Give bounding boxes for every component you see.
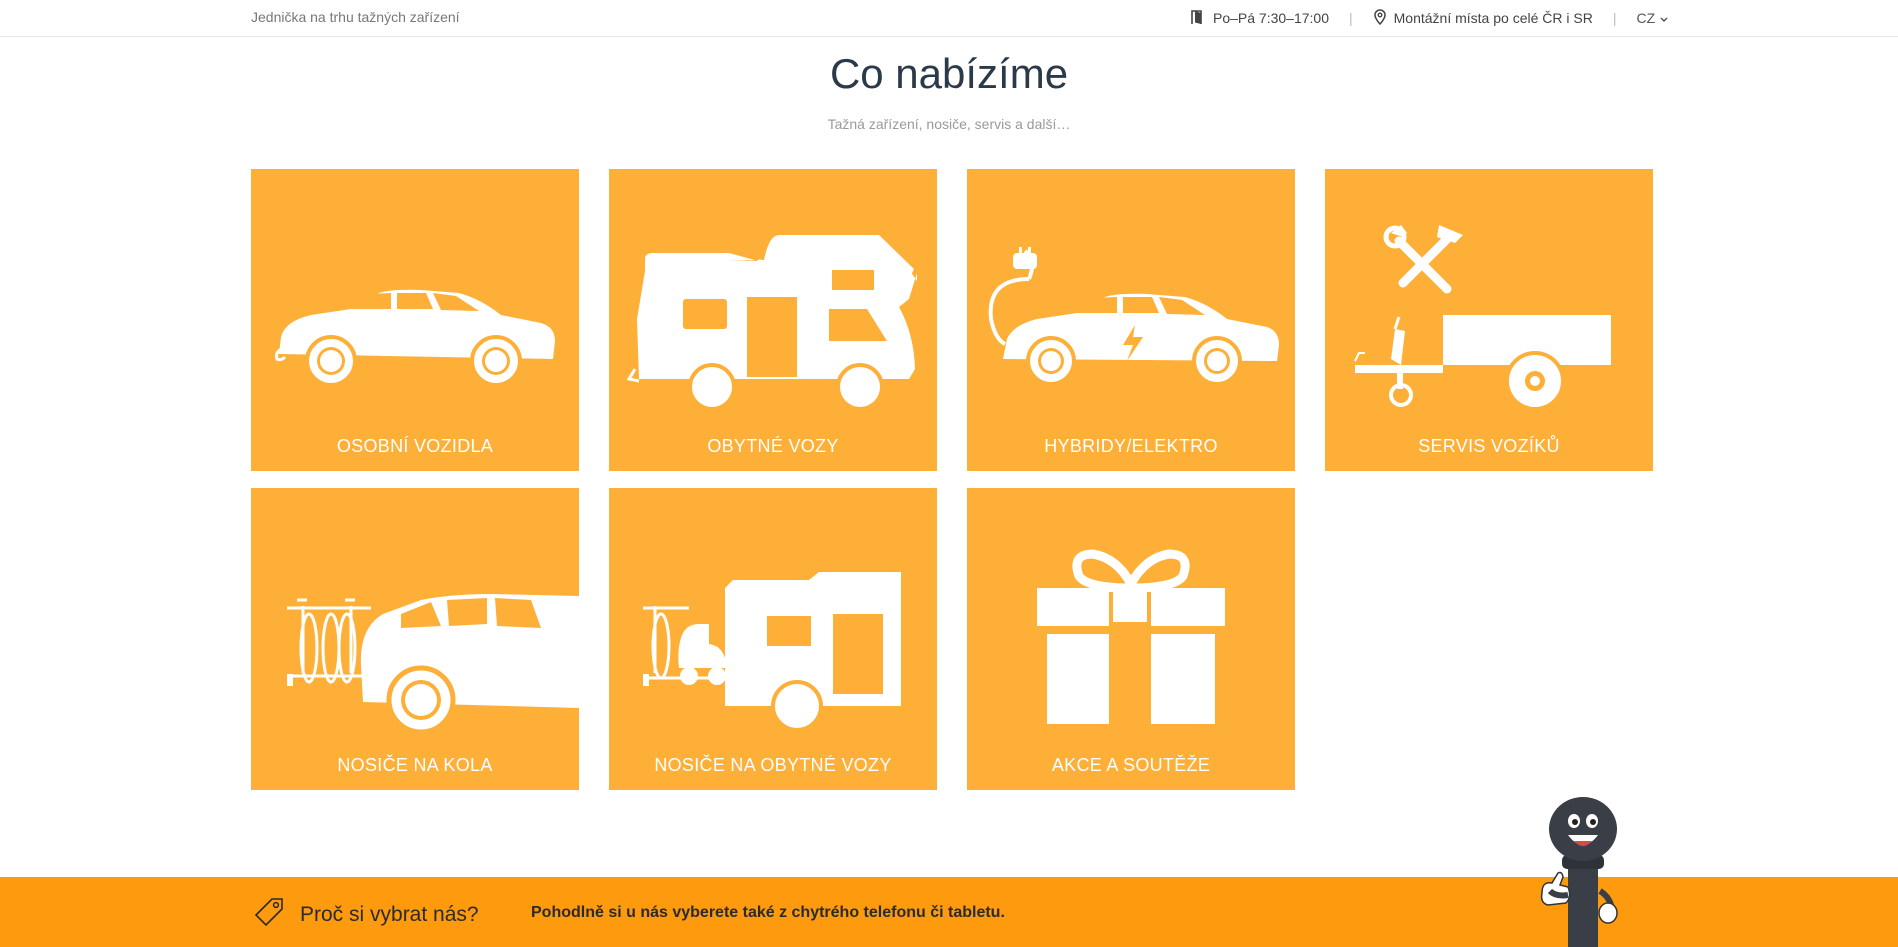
page-title: Co nabízíme: [829, 50, 1069, 97]
locations-link[interactable]: Montážní místa po celé ČR i SR: [1373, 8, 1593, 28]
page-subtitle: Tažná zařízení, nosiče, servis a další…: [827, 116, 1071, 132]
gift-icon: [1037, 549, 1225, 724]
tile-obytne-vozy[interactable]: OBYTNÉ VOZY: [609, 169, 937, 471]
why-us-link[interactable]: Proč si vybrat nás?: [252, 895, 479, 935]
mascot-icon: [1540, 797, 1618, 947]
tile-hybridy-elektro[interactable]: HYBRIDY/ELEKTRO: [967, 169, 1295, 471]
tile-akce-a-souteze[interactable]: AKCE A SOUTĚŽE: [967, 488, 1295, 790]
trailer-service-icon: [1354, 225, 1611, 411]
locations-text: Montážní místa po celé ČR i SR: [1393, 10, 1593, 26]
price-tag-icon: [252, 895, 286, 935]
divider: |: [1349, 10, 1353, 26]
door-icon: [1190, 9, 1206, 28]
mobile-note: Pohodlně si u nás vyberete také z chytré…: [531, 904, 1005, 921]
tile-nosice-na-obytne-vozy[interactable]: NOSIČE NA OBYTNÉ VOZY: [609, 488, 937, 790]
tile-label: OBYTNÉ VOZY: [707, 436, 839, 456]
tile-label: NOSIČE NA OBYTNÉ VOZY: [654, 755, 892, 775]
opening-hours: Po–Pá 7:30–17:00: [1190, 9, 1329, 28]
motorhome-carrier-icon: [643, 572, 901, 732]
motorhome-icon: [626, 235, 917, 411]
car-icon: [275, 289, 555, 387]
top-bar: Jednička na trhu tažných zařízení Po–Pá …: [0, 0, 1898, 37]
opening-hours-text: Po–Pá 7:30–17:00: [1213, 10, 1329, 26]
tile-label: HYBRIDY/ELEKTRO: [1044, 436, 1218, 456]
why-us-label: Proč si vybrat nás?: [300, 903, 479, 926]
tile-label: AKCE A SOUTĚŽE: [1051, 755, 1211, 775]
topbar-info: Po–Pá 7:30–17:00 | Montážní místa po cel…: [1190, 8, 1668, 28]
electric-car-icon: [988, 247, 1279, 386]
tile-nosice-na-kola[interactable]: NOSIČE NA KOLA: [251, 488, 579, 790]
language-label: CZ: [1636, 10, 1656, 26]
bike-carrier-icon: [287, 594, 579, 735]
tile-osobni-vozidla[interactable]: OSOBNÍ VOZIDLA: [251, 169, 579, 471]
tile-label: OSOBNÍ VOZIDLA: [336, 436, 494, 456]
tile-label: NOSIČE NA KOLA: [337, 755, 493, 775]
location-pin-icon: [1373, 8, 1387, 28]
tile-servis-voziku[interactable]: SERVIS VOZÍKŮ: [1325, 169, 1653, 471]
language-selector[interactable]: CZ: [1636, 10, 1668, 26]
site-tagline: Jednička na trhu tažných zařízení: [251, 9, 460, 25]
tile-label: SERVIS VOZÍKŮ: [1418, 436, 1560, 456]
divider: |: [1612, 10, 1617, 26]
chevron-down-icon: [1660, 10, 1668, 26]
